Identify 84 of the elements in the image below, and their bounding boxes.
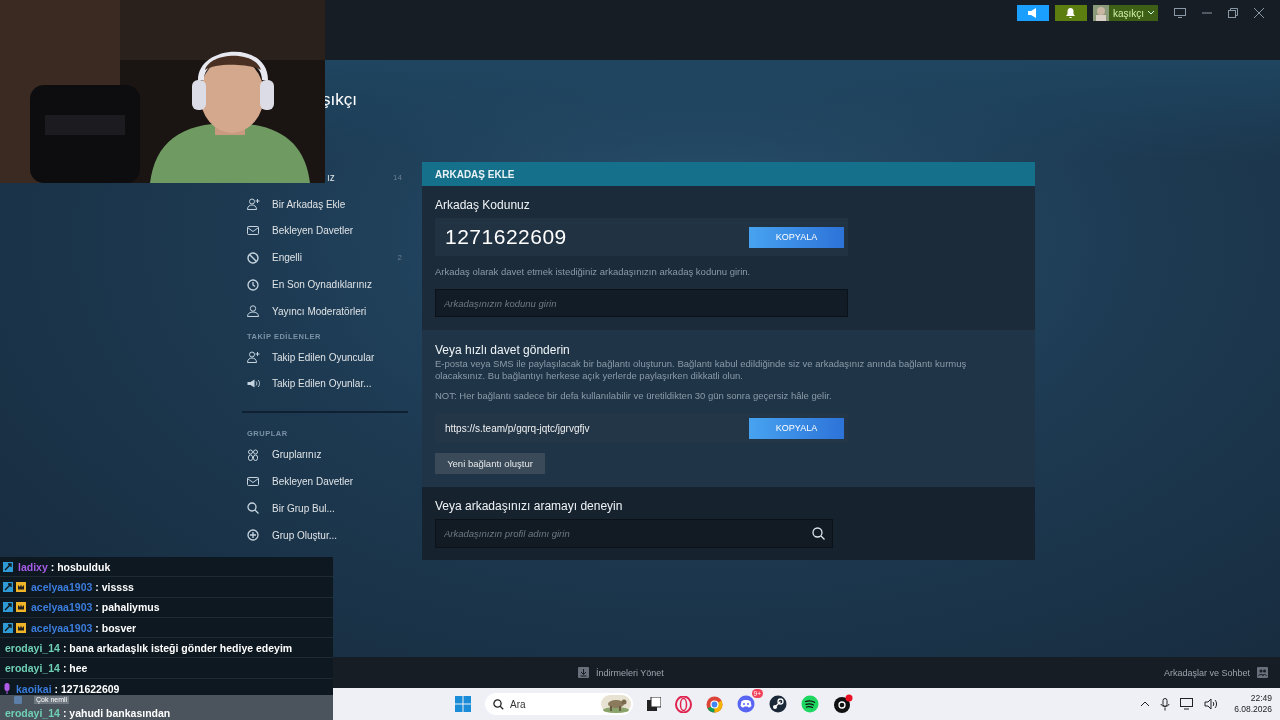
opera-icon[interactable] <box>675 695 692 713</box>
username: kaoikai <box>16 682 52 695</box>
nav-item[interactable]: Grup Oluştur... <box>242 521 408 549</box>
add-icon <box>247 529 259 542</box>
section-title: Veya arkadaşınızı aramayı deneyin <box>435 499 624 513</box>
nav-item[interactable]: Bir Arkadaş Ekle <box>242 190 408 218</box>
message-text: : hee <box>62 662 88 675</box>
section-title: Arkadaş Kodunuz <box>435 198 531 212</box>
clock[interactable]: 22:49 6.08.2026 <box>1234 693 1272 715</box>
message-text: : 1271622609 <box>54 682 120 695</box>
manage-downloads-link[interactable]: İndirmeleri Yönet <box>578 667 664 678</box>
clock-icon <box>247 278 259 291</box>
search-icon <box>493 698 504 710</box>
note-text: NOT: Her bağlantı sadece bir defa kullanılabilir ve üretildikten 30 gün sonra geçersiz hâle gelir. <box>435 390 833 402</box>
search-icon[interactable] <box>812 527 825 540</box>
restore-icon[interactable] <box>1228 8 1238 18</box>
monitor-icon[interactable] <box>1174 8 1186 18</box>
nav-item[interactable]: Bekleyen Davetler <box>242 217 408 245</box>
message-text: : hosbulduk <box>50 560 111 573</box>
envelope-icon <box>247 226 259 236</box>
nav-item[interactable]: Bir Grup Bul... <box>242 494 408 522</box>
announcements-button[interactable] <box>1016 5 1049 21</box>
spotify-icon[interactable] <box>801 695 819 713</box>
app-icon <box>14 696 22 704</box>
message-text: : pahaliymus <box>95 601 160 614</box>
discord-icon[interactable] <box>737 695 755 713</box>
person-plus-icon <box>247 351 260 364</box>
nav-item[interactable]: Gruplarınız <box>242 441 408 469</box>
nav-item[interactable]: ız 14 <box>322 164 408 191</box>
caret-icon[interactable] <box>1140 701 1151 707</box>
username: erodayi_14 <box>5 641 60 654</box>
nav-item[interactable]: Bekleyen Davetler <box>242 468 408 495</box>
profile-search-field[interactable]: Arkadaşınızın profil adını girin <box>435 519 833 548</box>
steam-icon[interactable] <box>769 695 787 713</box>
windows-start-icon[interactable] <box>455 696 471 712</box>
megaphone-icon <box>247 379 260 389</box>
friend-code: 1271622609 <box>445 225 567 249</box>
message-text: : yahudi bankasından <box>62 708 171 720</box>
person-icon <box>247 305 259 318</box>
username: erodayi_14 <box>5 662 60 675</box>
friend-code-field[interactable]: Arkadaşınızın kodunu girin <box>435 289 848 317</box>
speaker-icon[interactable] <box>1204 698 1219 710</box>
search-icon <box>247 502 259 515</box>
account-menu[interactable]: kaşıkçı <box>1092 5 1158 21</box>
message-text: : vissss <box>95 580 134 593</box>
nav-item[interactable]: Takip Edilen Oyunlar... <box>242 370 408 398</box>
hint-text: Arkadaş olarak davet etmek istediğiniz arkadaşınızın arkadaş kodunu girin. <box>435 266 752 278</box>
notifications-button[interactable] <box>1054 5 1087 21</box>
count-label: 2 <box>397 253 403 263</box>
nav-item[interactable]: Takip Edilen Oyuncular <box>242 343 408 371</box>
envelope-icon <box>247 477 259 487</box>
username: acelyaa1903 <box>31 621 93 634</box>
download-icon <box>578 667 589 678</box>
copy-button[interactable]: KOPYALA <box>749 417 844 439</box>
friends-icon <box>1257 667 1268 678</box>
message-text: : bosver <box>95 621 137 634</box>
username: acelyaa1903 <box>31 601 93 614</box>
chrome-icon[interactable] <box>706 695 723 713</box>
friends-chat-link[interactable]: Arkadaşlar ve Sohbet <box>1163 667 1268 678</box>
close-icon[interactable] <box>1254 8 1264 18</box>
username: erodayi_14 <box>5 708 60 720</box>
nav-item[interactable]: En Son Oynadıklarınız <box>242 271 408 298</box>
message-text: : bana arkadaşlık isteği gönder hediye edeyim <box>62 641 293 654</box>
microphone-icon[interactable] <box>1160 697 1171 711</box>
monitor-icon[interactable] <box>1180 698 1195 710</box>
person-plus-icon <box>247 198 260 211</box>
new-link-button[interactable]: Yeni bağlantı oluştur <box>435 453 545 474</box>
panel-header: ARKADAŞ EKLE <box>422 162 1035 186</box>
nav-item[interactable]: Engelli 2 <box>242 244 408 272</box>
avatar-icon <box>1092 5 1109 21</box>
username: ladixy <box>18 560 48 573</box>
megaphone-icon <box>1026 8 1039 18</box>
copy-button[interactable]: KOPYALA <box>749 226 844 248</box>
bell-icon <box>1066 8 1076 18</box>
people-icon <box>247 448 259 461</box>
nav-item[interactable]: Yayıncı Moderatörleri <box>242 298 408 325</box>
count-label: 14 <box>393 172 403 182</box>
blocked-icon <box>247 251 259 264</box>
username: acelyaa1903 <box>31 580 93 593</box>
description-text: E-posta veya SMS ile paylaşılacak bir bağlantı oluşturun. Bağlantı kabul edildiğinde siz ve arkadaşınız anında bağlantı kurmuş olacaksınız. Bu bağlantıyı herkese açık yerlerde paylaşırken dikkatli olun. <box>435 358 968 382</box>
recorder-icon[interactable] <box>833 694 853 714</box>
section-title: Veya hızlı davet gönderin <box>435 343 571 357</box>
task-view-icon[interactable] <box>647 697 661 711</box>
caret-icon <box>1148 11 1154 15</box>
